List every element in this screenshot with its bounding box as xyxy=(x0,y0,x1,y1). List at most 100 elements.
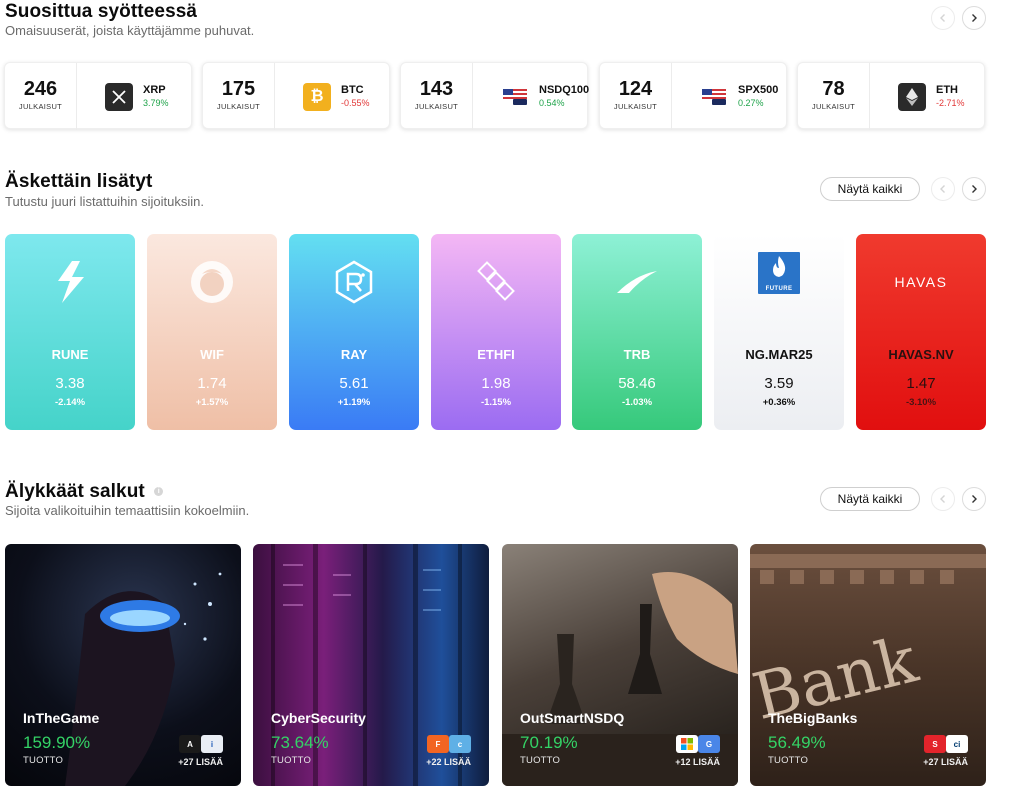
post-count-label: JULKAISUT xyxy=(414,102,459,111)
asset-change: 3.79% xyxy=(143,98,169,108)
asset-symbol: BTC xyxy=(341,84,364,96)
popular-section-subtitle: Omaisuuserät, joista käyttäjämme puhuvat… xyxy=(5,23,255,38)
post-count-label: JULKAISUT xyxy=(811,102,856,111)
recent-section-title: Äskettäin lisätyt xyxy=(5,171,153,192)
asset-price: 1.47 xyxy=(906,375,936,392)
post-count-label: JULKAISUT xyxy=(613,102,658,111)
asset-price: 3.38 xyxy=(55,375,85,392)
asset-change: -2.71% xyxy=(936,98,965,108)
post-count: 175 JULKAISUT xyxy=(203,63,275,130)
feed-card-nsdq100[interactable]: 143 JULKAISUT NSDQ100 0.54% xyxy=(400,62,590,130)
portfolio-card-outsmartnsdq[interactable]: OutSmartNSDQ 70.19% TUOTTO G +12 LISÄÄ xyxy=(502,544,738,786)
portfolio-return: 70.19% xyxy=(520,733,578,752)
portfolio-name: TheBigBanks xyxy=(768,710,858,726)
portfolio-return: 56.49% xyxy=(768,733,826,752)
post-count-value: 246 xyxy=(23,78,58,100)
recent-card-ethfi[interactable]: ETHFI 1.98 -1.15% xyxy=(431,234,561,430)
havas-logo: HAVAS xyxy=(856,270,986,294)
portfolio-name: OutSmartNSDQ xyxy=(520,710,625,726)
recent-card-ngmar25[interactable]: FUTURE NG.MAR25 3.59 +0.36% xyxy=(714,234,844,430)
recent-card-havas[interactable]: HAVAS HAVAS.NV 1.47 -3.10% xyxy=(856,234,986,430)
recent-card-trb[interactable]: TRB 58.46 -1.03% xyxy=(572,234,702,430)
popular-prev-button[interactable] xyxy=(931,6,955,30)
flame-future-icon: FUTURE xyxy=(714,251,844,295)
asset-change: 0.54% xyxy=(539,98,565,108)
asset-name: ETHFI xyxy=(477,347,515,362)
chevron-right-icon xyxy=(972,495,977,503)
asset-change: 0.27% xyxy=(738,98,764,108)
portfolio-card-inthegame[interactable]: InTheGame 159.90% TUOTTO A i +27 LISÄÄ xyxy=(5,544,241,786)
chevron-right-icon xyxy=(972,185,977,193)
asset-symbol: SPX500 xyxy=(738,84,779,96)
info-icon[interactable]: i xyxy=(154,487,164,497)
intel-icon: i xyxy=(201,735,223,753)
return-label: TUOTTO xyxy=(768,755,809,766)
post-count-value: 124 xyxy=(618,78,653,100)
future-label: FUTURE xyxy=(765,286,793,292)
trb-swoosh-icon xyxy=(572,260,702,304)
asset-price: 5.61 xyxy=(339,375,369,392)
asset-name: NG.MAR25 xyxy=(745,347,813,362)
recent-card-rune[interactable]: RUNE 3.38 -2.14% xyxy=(5,234,135,430)
btc-icon: ₿ xyxy=(303,83,331,111)
us-flag-icon xyxy=(501,83,529,111)
asset-symbol: XRP xyxy=(143,84,166,96)
smart-next-button[interactable] xyxy=(962,487,986,511)
feed-card-eth[interactable]: 78 JULKAISUT ETH -2.71% xyxy=(797,62,985,130)
asset-price: 58.46 xyxy=(618,375,656,392)
rune-bolt-icon xyxy=(5,260,135,304)
smart-prev-button[interactable] xyxy=(931,487,955,511)
asset-name: RUNE xyxy=(51,347,89,362)
santander-icon: S xyxy=(924,735,946,753)
recent-prev-button[interactable] xyxy=(931,177,955,201)
more-holdings: +27 LISÄÄ xyxy=(923,757,968,767)
holding-icons: S ci xyxy=(924,735,968,753)
asset-symbol: NSDQ100 xyxy=(539,84,590,96)
eth-icon xyxy=(898,83,926,111)
portfolio-card-cybersecurity[interactable]: CyberSecurity 73.64% TUOTTO F c +22 LISÄ… xyxy=(253,544,489,786)
citi-icon: ci xyxy=(946,735,968,753)
recent-next-button[interactable] xyxy=(962,177,986,201)
feed-card-btc[interactable]: 175 JULKAISUT ₿ BTC -0.55% xyxy=(202,62,390,130)
chevron-left-icon xyxy=(940,14,945,22)
asset-change: +1.19% xyxy=(337,397,371,408)
ethfi-chain-icon xyxy=(431,260,561,304)
recent-card-ray[interactable]: RAY 5.61 +1.19% xyxy=(289,234,419,430)
more-holdings: +27 LISÄÄ xyxy=(178,757,223,767)
holding-icons: G xyxy=(676,735,720,753)
return-label: TUOTTO xyxy=(271,755,312,766)
asset-price: 1.98 xyxy=(481,375,511,392)
smart-show-all-button[interactable]: Näytä kaikki xyxy=(820,487,920,511)
recent-card-wif[interactable]: WIF 1.74 +1.57% xyxy=(147,234,277,430)
post-count: 143 JULKAISUT xyxy=(401,63,473,130)
feed-card-xrp[interactable]: 246 JULKAISUT XRP 3.79% xyxy=(4,62,192,130)
feed-card-spx500[interactable]: 124 JULKAISUT SPX500 0.27% xyxy=(599,62,787,130)
recent-show-all-button[interactable]: Näytä kaikki xyxy=(820,177,920,201)
post-count: 246 JULKAISUT xyxy=(5,63,77,130)
post-count-label: JULKAISUT xyxy=(216,102,261,111)
chevron-left-icon xyxy=(940,185,945,193)
chevron-right-icon xyxy=(972,14,977,22)
portfolio-return: 73.64% xyxy=(271,733,329,752)
asset-change: +0.36% xyxy=(762,397,796,408)
asset-name: WIF xyxy=(200,347,224,362)
popular-next-button[interactable] xyxy=(962,6,986,30)
asset-price: 3.59 xyxy=(764,375,794,392)
portfolio-card-thebigbanks[interactable]: Bank TheBigBanks 56.49% TUOTTO S ci +27 … xyxy=(750,544,986,786)
smart-section-subtitle: Sijoita valikoituihin temaattisiin kokoe… xyxy=(5,503,250,518)
amd-icon: A xyxy=(179,735,201,753)
ray-hexagon-icon xyxy=(289,260,419,304)
portfolio-name: InTheGame xyxy=(23,710,100,726)
microsoft-icon xyxy=(676,735,698,753)
asset-change: -1.15% xyxy=(480,397,512,408)
post-count-value: 143 xyxy=(419,78,454,100)
asset-change: -1.03% xyxy=(621,397,653,408)
post-count: 78 JULKAISUT xyxy=(798,63,870,130)
us-flag-icon xyxy=(700,83,728,111)
wif-dog-icon xyxy=(147,260,277,304)
xrp-icon xyxy=(105,83,133,111)
return-label: TUOTTO xyxy=(23,755,64,766)
cloudflare-icon: c xyxy=(449,735,471,753)
return-label: TUOTTO xyxy=(520,755,561,766)
asset-change: -0.55% xyxy=(341,98,370,108)
